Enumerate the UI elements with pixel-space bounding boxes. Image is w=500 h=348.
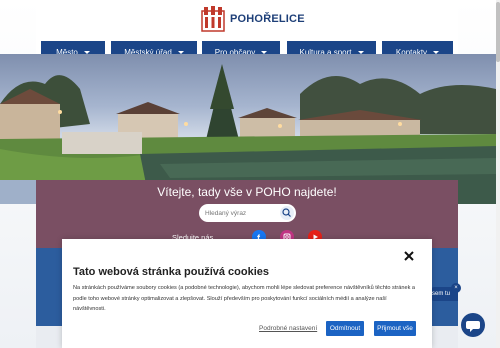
- welcome-heading: Vítejte, tady vše v POHO najdete!: [157, 185, 337, 199]
- close-icon[interactable]: [403, 250, 415, 262]
- logo-mark: [201, 6, 225, 32]
- close-icon[interactable]: ×: [451, 283, 461, 293]
- chat-icon: [466, 321, 480, 332]
- cookie-text: Na stránkách používáme soubory cookies (…: [73, 285, 416, 312]
- preferences-link[interactable]: Podrobné nastavení: [259, 325, 317, 332]
- search-icon[interactable]: [280, 206, 294, 220]
- site-name: POHOŘELICE: [230, 13, 305, 25]
- search-input[interactable]: [205, 209, 277, 217]
- cookie-title: Tato webová stránka používá cookies: [73, 266, 270, 278]
- site-logo[interactable]: POHOŘELICE: [200, 5, 305, 33]
- chat-teaser-text: sem tu: [432, 291, 451, 297]
- search-box[interactable]: [199, 204, 296, 222]
- accept-all-button[interactable]: Přijmout vše: [374, 321, 416, 336]
- scrollbar-thumb[interactable]: [496, 2, 500, 62]
- chat-button[interactable]: [461, 313, 485, 337]
- deny-button[interactable]: Odmítnout: [326, 321, 364, 336]
- cookie-banner: Tato webová stránka používá cookies Na s…: [62, 239, 432, 348]
